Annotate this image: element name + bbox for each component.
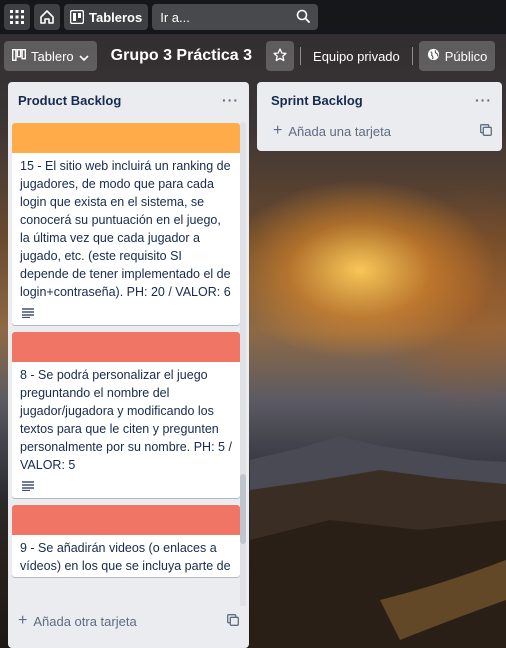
boards-button[interactable]: Tableros	[64, 4, 149, 30]
card-title: 8 - Se podrá personalizar el juego pregu…	[20, 368, 232, 472]
visibility-label: Público	[444, 48, 488, 64]
board-view-switcher[interactable]: Tablero	[4, 41, 97, 71]
scrollbar-thumb[interactable]	[240, 474, 246, 544]
list-menu-icon[interactable]: ···	[475, 92, 492, 108]
header-divider	[300, 47, 302, 65]
description-icon	[22, 305, 34, 322]
plus-icon: +	[273, 122, 283, 139]
search-icon	[296, 9, 311, 26]
list-title[interactable]: Sprint Backlog	[267, 93, 363, 108]
add-card-content: + Añada otra tarjeta	[18, 613, 137, 629]
description-icon	[22, 478, 34, 495]
home-button[interactable]	[34, 4, 60, 30]
list-header[interactable]: Product Backlog ···	[8, 82, 249, 118]
list-product-backlog: Product Backlog ··· 15 - El sitio web in…	[8, 82, 249, 648]
card-badges	[12, 303, 240, 325]
add-card-label: Añada una tarjeta	[288, 123, 391, 139]
card-title: 9 - Se añadirán videos (o enlaces a víde…	[20, 541, 231, 573]
card[interactable]: 15 - El sitio web incluirá un ranking de…	[12, 123, 240, 325]
board-title[interactable]: Grupo 3 Práctica 3	[103, 47, 260, 65]
add-card-content: + Añada una tarjeta	[273, 123, 391, 139]
add-card-button[interactable]: + Añada una tarjeta	[257, 116, 502, 146]
card-cover	[12, 123, 240, 153]
create-from-template-icon[interactable]	[480, 123, 492, 139]
create-from-template-icon[interactable]	[227, 613, 239, 629]
visibility-button[interactable]: Público	[418, 41, 496, 71]
list-header[interactable]: Sprint Backlog ···	[257, 82, 502, 118]
header-divider	[411, 47, 413, 65]
list-title[interactable]: Product Backlog	[18, 93, 121, 108]
card[interactable]: 8 - Se podrá personalizar el juego pregu…	[12, 332, 240, 498]
board-header: Tablero Grupo 3 Práctica 3 Equipo privad…	[0, 40, 506, 72]
globe-icon	[427, 48, 440, 64]
card[interactable]: 9 - Se añadirán videos (o enlaces a víde…	[12, 505, 240, 577]
team-visibility-button[interactable]: Equipo privado	[307, 49, 406, 64]
board-view-label: Tablero	[31, 48, 74, 64]
home-icon	[39, 9, 55, 25]
star-board-button[interactable]	[266, 41, 295, 71]
search-placeholder: Ir a...	[160, 9, 190, 25]
add-card-button[interactable]: + Añada otra tarjeta	[8, 606, 249, 636]
grid-icon	[10, 10, 24, 24]
card-cover	[12, 332, 240, 362]
card-title: 15 - El sitio web incluirá un ranking de…	[20, 159, 231, 299]
card-container: 15 - El sitio web incluirá un ranking de…	[12, 123, 240, 613]
plus-icon: +	[18, 612, 28, 629]
boards-label: Tableros	[89, 9, 143, 25]
list-menu-icon[interactable]: ···	[222, 92, 239, 108]
apps-button[interactable]	[4, 4, 30, 30]
list-scrollbar[interactable]	[240, 122, 246, 610]
board-icon	[70, 10, 84, 24]
list-sprint-backlog: Sprint Backlog ··· + Añada una tarjeta	[257, 82, 502, 151]
top-navigation-bar: Tableros Ir a...	[0, 0, 506, 34]
add-card-label: Añada otra tarjeta	[33, 613, 137, 629]
chevron-down-icon	[79, 49, 89, 64]
board-view-icon	[11, 48, 27, 64]
card-badges	[12, 476, 240, 498]
search-input[interactable]: Ir a...	[152, 4, 319, 30]
card-cover	[12, 505, 240, 535]
star-icon	[273, 47, 287, 65]
